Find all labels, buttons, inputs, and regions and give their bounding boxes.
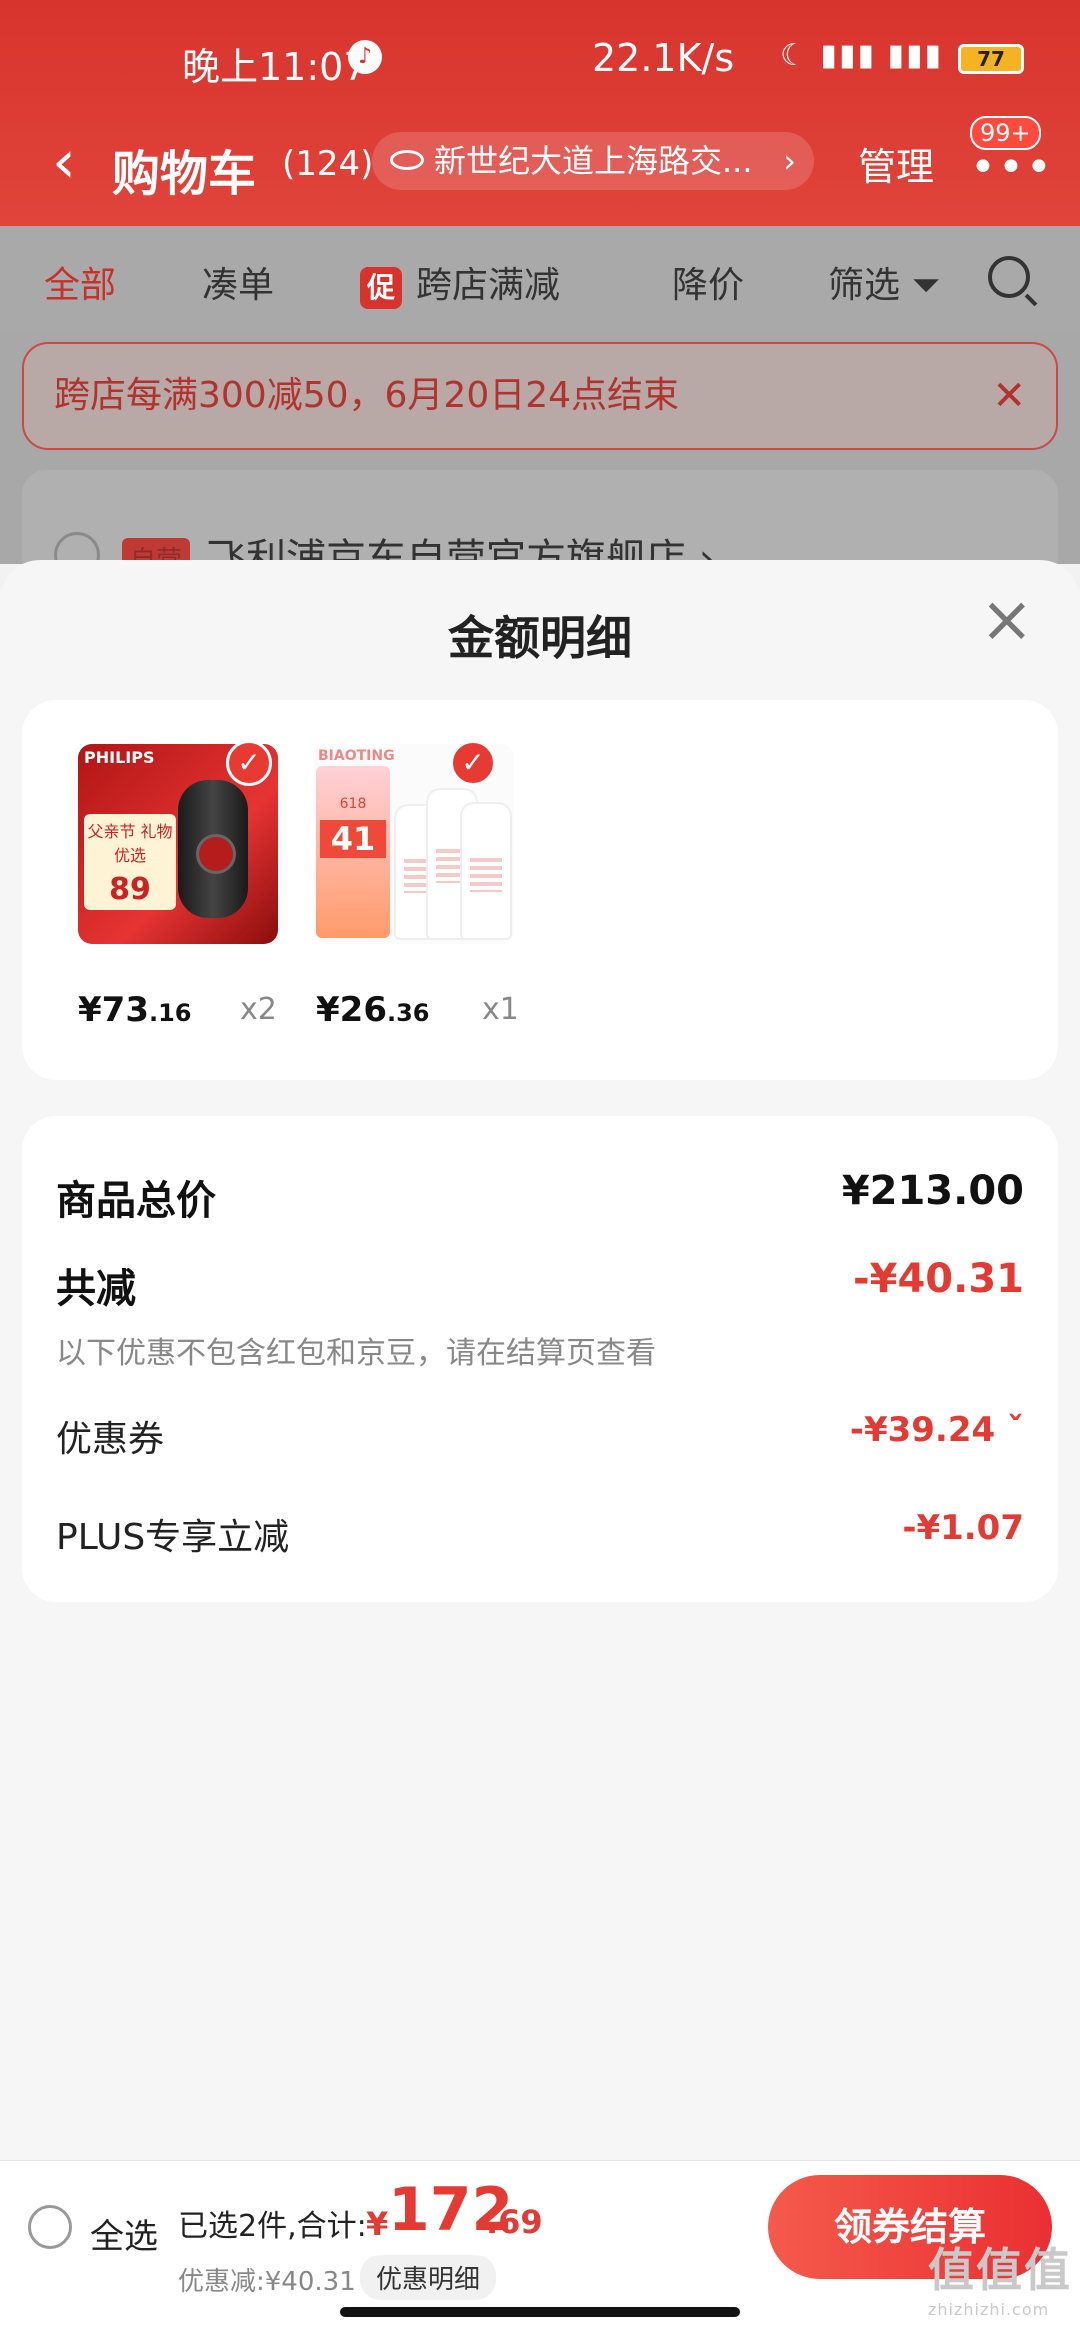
cart-count: (124): [282, 144, 374, 184]
total-row: 商品总价 ¥213.00: [56, 1168, 1024, 1226]
products-card: PHILIPS 父亲节 礼物优选 89 ✓ BIAOTING 618 41 ✓ ¥7…: [22, 700, 1058, 1080]
promo-line: 618: [339, 796, 367, 812]
plus-row: PLUS专享立减 -¥1.07: [56, 1508, 1024, 1560]
product-promo-tag: 618 41: [316, 766, 390, 938]
discount-text: 优惠减:¥40.31: [178, 2267, 356, 2297]
back-icon[interactable]: ‹: [52, 132, 76, 192]
close-icon[interactable]: ×: [980, 588, 1034, 652]
promo-price: 41: [320, 820, 386, 858]
check-icon[interactable]: ✓: [226, 740, 272, 786]
total-value: ¥213.00: [841, 1168, 1024, 1214]
tab-price-drop[interactable]: 降价: [672, 256, 744, 308]
amount-detail-sheet: 金额明细 × PHILIPS 父亲节 礼物优选 89 ✓ BIAOTING 618…: [0, 560, 1080, 2160]
discount-detail-button[interactable]: 优惠明细: [360, 2255, 497, 2300]
product-price: ¥26.36: [316, 990, 430, 1030]
status-bar: 晚上11:07 ♪ 22.1K/s ☾ ▮▮▮ ▮▮▮ 77: [0, 0, 1080, 118]
bottle-illustration: [460, 802, 512, 940]
page-title: 购物车: [112, 146, 257, 202]
music-icon: ♪: [348, 40, 382, 74]
message-badge: 99+: [970, 116, 1041, 150]
check-icon[interactable]: ✓: [450, 740, 496, 786]
coupon-value[interactable]: -¥39.24 ˇ: [850, 1410, 1024, 1450]
select-all-label[interactable]: 全选: [90, 2209, 158, 2258]
product-qty: x2: [240, 992, 277, 1027]
chevron-right-icon: ›: [783, 142, 796, 180]
tab-filter[interactable]: 筛选 ⏷: [828, 256, 940, 308]
tab-all[interactable]: 全部: [44, 256, 116, 308]
reduce-value: -¥40.31: [853, 1256, 1024, 1302]
checkout-bar: 全选 已选2件,合计: ¥ 172 .69 优惠减:¥40.31 优惠明细 领券…: [0, 2160, 1080, 2340]
watermark-text: 值值值: [928, 2243, 1072, 2297]
search-icon[interactable]: [988, 256, 1030, 298]
manage-button[interactable]: 管理: [858, 136, 934, 191]
price-dec: .36: [386, 999, 430, 1027]
select-all-checkbox[interactable]: [28, 2205, 72, 2249]
plus-value: -¥1.07: [902, 1508, 1024, 1548]
price-int: ¥73: [78, 990, 149, 1030]
tab-filter-label: 筛选: [828, 265, 901, 306]
eye-icon: [390, 150, 424, 170]
address-text: 新世纪大道上海路交...: [434, 142, 753, 180]
price-int: ¥26: [316, 990, 387, 1030]
sheet-title: 金额明细: [448, 611, 632, 665]
price-dec: .16: [148, 999, 192, 1027]
promo-line: 父亲节 礼物优选: [87, 822, 173, 865]
plus-label: PLUS专享立减: [56, 1517, 290, 1558]
product-brand: PHILIPS: [84, 748, 155, 767]
watermark-logo: 值值值 zhizhizhi.com: [928, 2234, 1072, 2319]
selected-summary: 已选2件,合计:: [178, 2209, 367, 2244]
nav-bar: ‹ 购物车 (124) 新世纪大道上海路交... › 管理 ••• 99+: [0, 116, 1080, 226]
product-price: ¥73.16: [78, 990, 192, 1030]
tab-bundle[interactable]: 凑单: [202, 256, 274, 308]
header: 晚上11:07 ♪ 22.1K/s ☾ ▮▮▮ ▮▮▮ 77 ‹ 购物车 (12…: [0, 0, 1080, 226]
battery-icon: 77: [958, 44, 1024, 74]
promo-icon: 促: [360, 267, 402, 309]
tab-cross-store[interactable]: 促跨店满减: [360, 256, 560, 309]
product-qty: x1: [482, 992, 519, 1027]
promo-price: 89: [109, 872, 151, 907]
signal-wifi-icons: ☾ ▮▮▮ ▮▮▮: [780, 38, 944, 73]
shaver-illustration: [178, 780, 248, 918]
funnel-icon: ⏷: [911, 265, 941, 306]
watermark-sub: zhizhizhi.com: [928, 2300, 1050, 2319]
tab-cross-store-label: 跨店满减: [416, 265, 561, 306]
product-promo-tag: 父亲节 礼物优选 89: [84, 814, 176, 910]
reduce-row: 共减 -¥40.31: [56, 1256, 1024, 1314]
reduce-note: 以下优惠不包含红包和京豆，请在结算页查看: [56, 1336, 656, 1371]
close-icon[interactable]: ✕: [992, 344, 1026, 448]
promo-banner-text: 跨店每满300减50，6月20日24点结束: [54, 375, 680, 416]
coupon-row[interactable]: 优惠券 -¥39.24 ˇ: [56, 1410, 1024, 1462]
home-indicator: [340, 2307, 740, 2317]
address-selector[interactable]: 新世纪大道上海路交... ›: [372, 132, 814, 190]
product-brand: BIAOTING: [318, 748, 395, 764]
total-label: 商品总价: [56, 1178, 216, 1224]
total-dec: .69: [486, 2203, 543, 2241]
summary-card: 商品总价 ¥213.00 共减 -¥40.31 以下优惠不包含红包和京豆，请在结…: [22, 1116, 1058, 1602]
reduce-label: 共减: [56, 1266, 136, 1312]
filter-tabs: 全部 凑单 促跨店满减 降价 筛选 ⏷: [0, 226, 1080, 334]
coupon-label: 优惠券: [56, 1419, 165, 1460]
promo-banner: 跨店每满300减50，6月20日24点结束 ✕: [22, 342, 1058, 450]
status-time: 晚上11:07: [182, 45, 368, 89]
network-speed: 22.1K/s: [592, 36, 735, 80]
currency-symbol: ¥: [366, 2205, 389, 2243]
